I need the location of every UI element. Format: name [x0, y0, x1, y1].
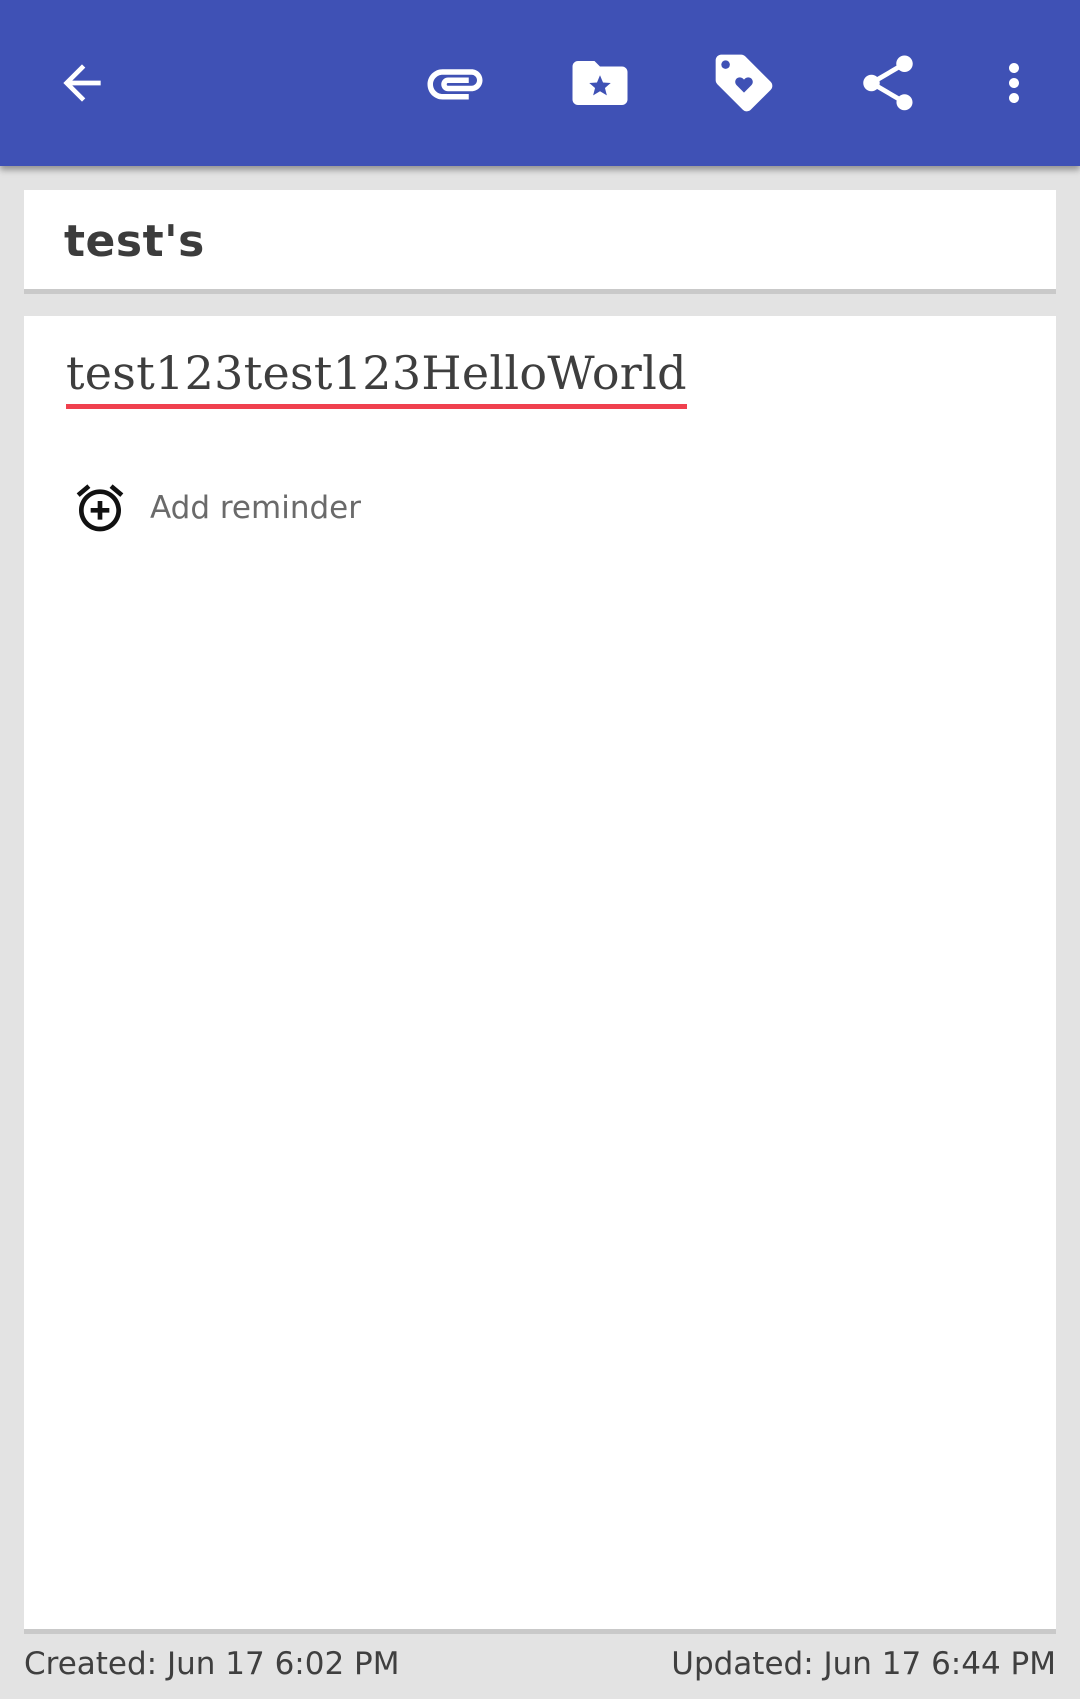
more-vert-icon — [1009, 63, 1019, 103]
note-title-card: test's — [24, 190, 1056, 294]
alarm-add-icon — [76, 484, 124, 532]
tag-heart-icon — [715, 54, 773, 112]
back-button[interactable] — [30, 31, 134, 135]
updated-timestamp: Updated: Jun 17 6:44 PM — [671, 1646, 1056, 1682]
attach-button[interactable] — [403, 31, 507, 135]
note-title-input[interactable]: test's — [64, 216, 205, 267]
note-content-card: test123test123HelloWorld Add reminder — [24, 316, 1056, 1634]
add-reminder-label: Add reminder — [150, 490, 361, 526]
arrow-back-icon — [63, 64, 101, 102]
note-content-input[interactable]: test123test123HelloWorld — [66, 346, 687, 409]
paperclip-icon — [427, 69, 483, 100]
share-icon — [863, 55, 913, 111]
category-button[interactable] — [548, 31, 652, 135]
share-button[interactable] — [836, 31, 940, 135]
note-footer: Created: Jun 17 6:02 PM Updated: Jun 17 … — [24, 1646, 1056, 1690]
app-toolbar — [0, 0, 1080, 166]
tag-button[interactable] — [692, 31, 796, 135]
created-timestamp: Created: Jun 17 6:02 PM — [24, 1646, 400, 1682]
more-options-button[interactable] — [962, 31, 1066, 135]
folder-star-icon — [572, 61, 628, 105]
add-reminder-button[interactable]: Add reminder — [72, 478, 361, 538]
